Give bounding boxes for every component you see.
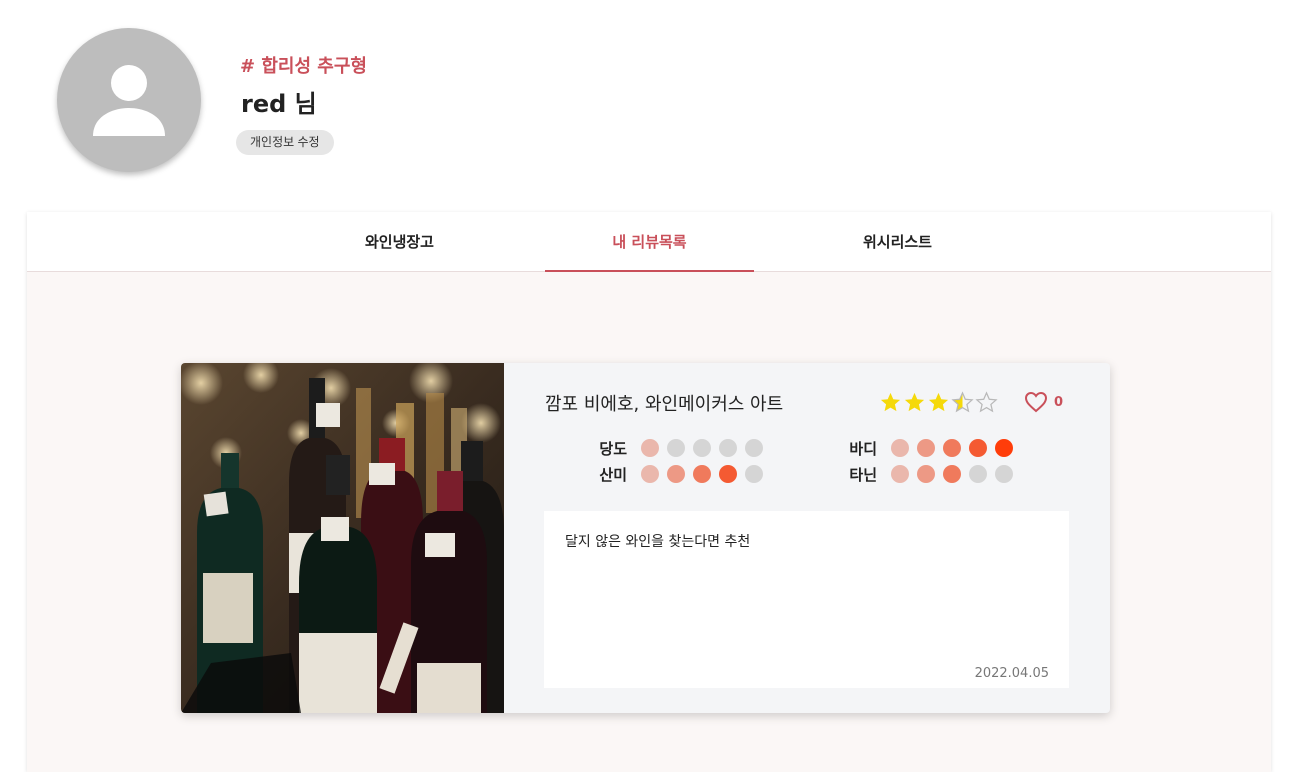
content-panel: 와인냉장고 내 리뷰목록 위시리스트 깜포 비에호, 와인메이커스 아트 0 당… [27,212,1271,772]
review-body: 달지 않은 와인을 찾는다면 추천 2022.04.05 [544,511,1069,688]
level-dot [745,465,763,483]
review-card[interactable]: 깜포 비에호, 와인메이커스 아트 0 당도 바디 산미 타닌 달지 않은 와인… [181,363,1110,713]
attr-label: 바디 [849,439,877,458]
attr-dots [891,465,1013,483]
level-dot [969,465,987,483]
level-dot [917,439,935,457]
attr-acidity: 산미 [583,464,763,484]
level-dot [719,465,737,483]
like-button[interactable]: 0 [1024,391,1063,413]
level-dot [943,439,961,457]
tab-my-reviews[interactable]: 내 리뷰목록 [545,212,754,272]
attr-label: 타닌 [849,465,877,484]
attr-label: 산미 [599,465,627,484]
level-dot [667,465,685,483]
star-full-icon [880,392,901,412]
person-icon [93,65,165,136]
level-dot [693,439,711,457]
level-dot [969,439,987,457]
level-dot [719,439,737,457]
tab-wishlist[interactable]: 위시리스트 [793,212,1002,272]
attr-sweetness: 당도 [583,438,763,458]
profile-header: # 합리성 추구형 red 님 개인정보 수정 [0,0,1300,200]
level-dot [641,439,659,457]
level-dot [667,439,685,457]
level-dot [891,465,909,483]
star-full-icon [928,392,949,412]
tab-bar: 와인냉장고 내 리뷰목록 위시리스트 [27,212,1271,272]
level-dot [917,465,935,483]
level-dot [745,439,763,457]
review-text: 달지 않은 와인을 찾는다면 추천 [565,534,751,550]
tab-wine-cellar[interactable]: 와인냉장고 [295,212,504,272]
taste-type-tag: # 합리성 추구형 [240,56,367,77]
star-full-icon [904,392,925,412]
review-date: 2022.04.05 [974,666,1049,681]
attr-tannin: 타닌 [833,464,1013,484]
level-dot [891,439,909,457]
level-dot [693,465,711,483]
like-count: 0 [1054,394,1064,410]
attr-dots [891,439,1013,457]
wine-bottles-photo [181,363,504,713]
heart-icon[interactable] [1024,391,1048,413]
level-dot [943,465,961,483]
star-half-icon [951,391,974,413]
attr-body: 바디 [833,438,1013,458]
wine-name: 깜포 비에호, 와인메이커스 아트 [545,394,784,415]
star-rating [879,391,998,415]
level-dot [641,465,659,483]
username: red 님 [241,90,317,118]
attr-dots [641,439,763,457]
attr-dots [641,465,763,483]
star-empty-icon [975,391,998,413]
level-dot [995,439,1013,457]
level-dot [995,465,1013,483]
attr-label: 당도 [599,439,627,458]
avatar [57,28,201,172]
edit-profile-button[interactable]: 개인정보 수정 [236,130,334,155]
